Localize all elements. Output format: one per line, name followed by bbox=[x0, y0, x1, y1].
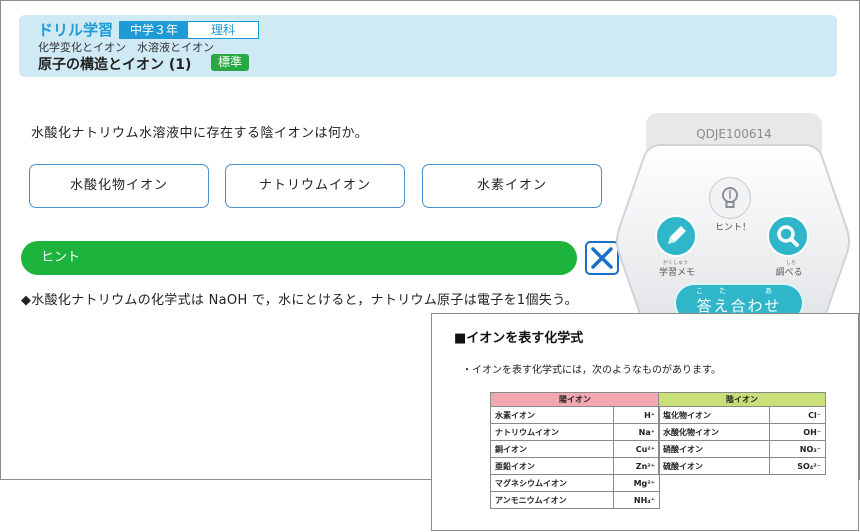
ion-name: アンモニウムイオン bbox=[490, 491, 614, 509]
hint-label: ヒント bbox=[41, 250, 81, 265]
anion-table: 陰イオン 塩化物イオン Cl⁻ 水酸化物イオン OH⁻ 硝酸イオン NO₃⁻ 硫… bbox=[658, 392, 827, 475]
lesson-header: ドリル学習 中学３年 理科 化学変化とイオン 水溶液とイオン 原子の構造とイオン… bbox=[19, 15, 837, 77]
cation-header: 陽イオン bbox=[490, 392, 660, 407]
memo-button[interactable] bbox=[655, 215, 697, 257]
ion-name: ナトリウムイオン bbox=[490, 423, 614, 441]
difficulty-badge: 標準 bbox=[211, 54, 250, 71]
hint-tool-label: ヒント！ bbox=[714, 223, 751, 233]
ion-name: 硫酸イオン bbox=[658, 457, 770, 475]
unit-breadcrumb: 化学変化とイオン 水溶液とイオン bbox=[38, 41, 214, 54]
ion-formula: OH⁻ bbox=[768, 423, 827, 441]
subject-label: 理科 bbox=[210, 23, 235, 37]
table-row: 硫酸イオン SO₄²⁻ bbox=[658, 457, 827, 475]
ion-formula: Na⁺ bbox=[612, 423, 661, 441]
ion-name: 銅イオン bbox=[490, 440, 614, 458]
ion-formula: H⁺ bbox=[612, 406, 661, 424]
ion-formula: Cl⁻ bbox=[768, 406, 827, 424]
cation-table: 陽イオン 水素イオン H⁺ ナトリウムイオン Na⁺ 銅イオン Cu²⁺ 亜鉛イ… bbox=[490, 392, 661, 509]
hint-tool-button[interactable] bbox=[709, 177, 751, 219]
reference-card: ■イオンを表す化学式 ・イオンを表す化学式には，次のようなものがあります。 陽イ… bbox=[431, 313, 859, 531]
ion-formula: NH₄⁺ bbox=[612, 491, 661, 509]
ion-name: 水素イオン bbox=[490, 406, 614, 424]
ion-formula: Mg²⁺ bbox=[612, 474, 661, 492]
choice-button-2[interactable]: ナトリウムイオン bbox=[225, 164, 405, 208]
question-text: 水酸化ナトリウム水溶液中に存在する陰イオンは何か。 bbox=[31, 126, 369, 141]
ion-name: 水酸化物イオン bbox=[658, 423, 770, 441]
hint-header-bar: ヒント bbox=[21, 241, 577, 275]
ion-name: マグネシウムイオン bbox=[490, 474, 614, 492]
page-title: 原子の構造とイオン (1) bbox=[38, 57, 192, 73]
grade-subject-badge: 中学３年 理科 bbox=[119, 21, 259, 39]
ion-name: 塩化物イオン bbox=[658, 406, 770, 424]
table-row: 亜鉛イオン Zn²⁺ bbox=[490, 457, 661, 475]
hint-text: ◆水酸化ナトリウムの化学式は NaOH で，水にとけると，ナトリウム原子は電子を… bbox=[21, 293, 578, 308]
ion-formula: NO₃⁻ bbox=[768, 440, 827, 458]
table-row: 銅イオン Cu²⁺ bbox=[490, 440, 661, 458]
choice-button-3[interactable]: 水素イオン bbox=[422, 164, 602, 208]
table-row: 水酸化物イオン OH⁻ bbox=[658, 423, 827, 441]
card-title: ■イオンを表す化学式 bbox=[454, 331, 584, 346]
ion-name: 亜鉛イオン bbox=[490, 457, 614, 475]
grade-label: 中学３年 bbox=[120, 22, 188, 38]
search-icon bbox=[777, 225, 799, 247]
table-row: アンモニウムイオン NH₄⁺ bbox=[490, 491, 661, 509]
table-row: マグネシウムイオン Mg²⁺ bbox=[490, 474, 661, 492]
lightbulb-icon bbox=[722, 187, 738, 208]
ion-formula: SO₄²⁻ bbox=[768, 457, 827, 475]
ion-name: 硝酸イオン bbox=[658, 440, 770, 458]
memo-label: 学習メモ bbox=[658, 268, 695, 278]
choice-button-1[interactable]: 水酸化物イオン bbox=[29, 164, 209, 208]
table-row: 硝酸イオン NO₃⁻ bbox=[658, 440, 827, 458]
anion-header: 陰イオン bbox=[658, 392, 826, 407]
lookup-button[interactable] bbox=[767, 215, 809, 257]
pencil-icon bbox=[668, 226, 686, 244]
table-row: 水素イオン H⁺ bbox=[490, 406, 661, 424]
brand-title: ドリル学習 bbox=[38, 21, 114, 39]
ion-formula: Cu²⁺ bbox=[612, 440, 661, 458]
table-row: ナトリウムイオン Na⁺ bbox=[490, 423, 661, 441]
lookup-label: 調べる bbox=[775, 268, 803, 278]
table-row: 塩化物イオン Cl⁻ bbox=[658, 406, 827, 424]
answer-ruby: こた あ bbox=[696, 287, 788, 295]
card-description: ・イオンを表す化学式には，次のようなものがあります。 bbox=[462, 365, 721, 376]
ion-formula: Zn²⁺ bbox=[612, 457, 661, 475]
